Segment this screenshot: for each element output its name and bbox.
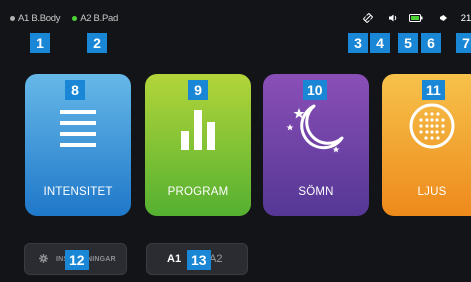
device-a2-label: A2 B.Pad (80, 13, 118, 24)
badge-3: 3 (348, 33, 368, 53)
gear-icon (39, 250, 48, 268)
device-a1-dot (10, 16, 15, 21)
device-a2-dot (72, 16, 78, 21)
badge-8: 8 (65, 80, 85, 100)
device-a1-status: A1 B.Body (10, 13, 61, 24)
device-a1-option[interactable]: A1 (167, 253, 181, 265)
moon-stars-icon (263, 102, 369, 156)
badge-2: 2 (87, 33, 107, 53)
ljus-card[interactable]: 11 LJUS (382, 74, 471, 216)
badge-6: 6 (421, 33, 441, 53)
clock-time: 21 (461, 12, 471, 24)
badge-4: 4 (370, 33, 390, 53)
program-card[interactable]: 9 PROGRAM (145, 74, 251, 216)
device-a2-option[interactable]: A2 (209, 253, 222, 265)
device-status: A1 B.Body A2 B.Pad (10, 13, 118, 24)
badge-11: 11 (422, 80, 445, 100)
settings-button[interactable]: INSTÄLLNINGAR 12 (24, 243, 127, 275)
badge-9: 9 (188, 80, 208, 100)
light-dots-icon (382, 102, 471, 150)
badge-12: 12 (65, 250, 89, 270)
bluetooth-icon (437, 11, 449, 25)
intensitet-label: INTENSITET (43, 186, 113, 198)
badge-1: 1 (30, 33, 50, 53)
somn-label: SÖMN (298, 186, 334, 198)
intensitet-card[interactable]: 8 INTENSITET (25, 74, 131, 216)
device-a2-status: A2 B.Pad (72, 13, 118, 24)
volume-icon (387, 11, 399, 25)
badge-10: 10 (303, 80, 327, 100)
device-a1-label: A1 B.Body (18, 13, 61, 24)
badge-13: 13 (187, 250, 211, 270)
link-icon (361, 11, 375, 25)
menu-lines-icon (25, 110, 131, 148)
badge-5: 5 (398, 33, 418, 53)
somn-card[interactable]: 10 SÖMN (263, 74, 369, 216)
battery-icon (407, 11, 425, 25)
system-status: 21 (361, 11, 471, 25)
badge-7: 7 (456, 33, 471, 53)
bar-chart-icon (145, 110, 251, 150)
program-label: PROGRAM (167, 186, 229, 198)
device-toggle-button[interactable]: A1 A2 13 (146, 243, 248, 275)
ljus-label: LJUS (417, 186, 447, 198)
